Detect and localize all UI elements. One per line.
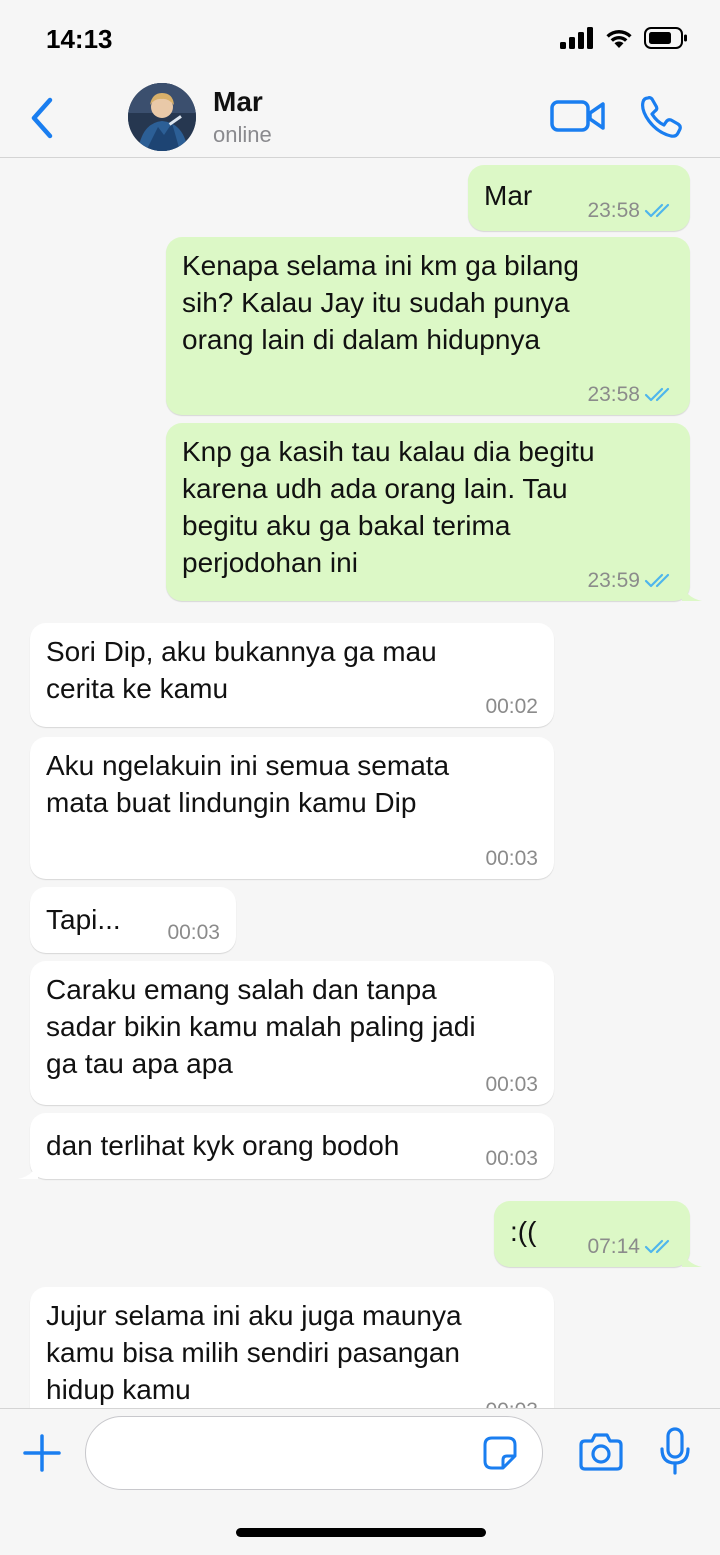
- message-time: 23:58: [587, 199, 640, 222]
- message-text: Mar: [484, 180, 533, 211]
- message-meta: 00:03: [167, 921, 220, 945]
- contact-status: online: [213, 122, 272, 147]
- message-bubble-incoming[interactable]: Caraku emang salah dan tanpa sadar bikin…: [30, 961, 554, 1105]
- wifi-icon: [606, 30, 632, 48]
- chevron-left-icon[interactable]: [26, 94, 60, 142]
- bubble-tail: [682, 581, 702, 601]
- battery-icon: [644, 27, 687, 49]
- message-text: Kenapa selama ini km ga bilang sih? Kala…: [182, 250, 579, 355]
- message-meta: 00:02: [485, 695, 538, 719]
- message-text: :((: [510, 1216, 537, 1247]
- microphone-icon[interactable]: [660, 1427, 690, 1477]
- double-check-icon: [644, 573, 670, 588]
- avatar[interactable]: [128, 83, 196, 151]
- message-text: dan terlihat kyk orang bodoh: [46, 1130, 400, 1161]
- message-input[interactable]: [85, 1416, 543, 1490]
- message-text: Aku ngelakuin ini semua semata mata buat…: [46, 750, 450, 818]
- message-meta: 23:58: [587, 383, 676, 407]
- message-bubble-outgoing[interactable]: Mar 23:58: [468, 165, 690, 231]
- message-time: 00:03: [485, 1147, 538, 1170]
- message-text: Sori Dip, aku bukannya ga mau cerita ke …: [46, 636, 437, 704]
- message-time: 00:02: [485, 695, 538, 718]
- camera-icon[interactable]: [579, 1431, 623, 1473]
- message-time: 00:03: [485, 847, 538, 870]
- message-time: 07:14: [587, 1235, 640, 1258]
- message-text: Knp ga kasih tau kalau dia begitu karena…: [182, 436, 595, 578]
- home-indicator[interactable]: [236, 1528, 486, 1537]
- message-bubble-incoming[interactable]: Jujur selama ini aku juga maunya kamu bi…: [30, 1287, 554, 1408]
- message-meta: 00:03: [485, 1147, 538, 1171]
- double-check-icon: [644, 203, 670, 218]
- message-text: Tapi...: [46, 904, 121, 935]
- message-meta: 00:03: [485, 847, 538, 871]
- message-meta: 07:14: [587, 1235, 676, 1259]
- bubble-tail: [682, 1247, 702, 1267]
- contact-name[interactable]: Mar: [213, 86, 263, 118]
- double-check-icon: [644, 1239, 670, 1254]
- status-bar: 14:13: [0, 0, 720, 80]
- message-meta: 00:03: [485, 1073, 538, 1097]
- sticker-icon[interactable]: [482, 1435, 518, 1471]
- message-time: 00:03: [167, 921, 220, 944]
- message-bubble-incoming[interactable]: Aku ngelakuin ini semua semata mata buat…: [30, 737, 554, 879]
- status-time: 14:13: [46, 24, 113, 54]
- message-bubble-incoming[interactable]: Tapi... 00:03: [30, 887, 236, 953]
- chat-header: Mar online: [0, 80, 720, 158]
- message-time: 23:58: [587, 383, 640, 406]
- message-bubble-incoming[interactable]: dan terlihat kyk orang bodoh 00:03: [18, 1113, 554, 1179]
- message-meta: 00:03: [485, 1399, 538, 1408]
- message-bubble-outgoing[interactable]: :(( 07:14: [494, 1201, 702, 1267]
- avatar-image: [128, 83, 196, 151]
- chat-area[interactable]: Mar 23:58 Kenapa selama ini km ga bilang…: [0, 159, 720, 1408]
- status-icons: [560, 26, 688, 50]
- plus-icon[interactable]: [22, 1433, 62, 1473]
- phone-icon[interactable]: [638, 94, 684, 140]
- video-camera-icon[interactable]: [550, 96, 606, 136]
- double-check-icon: [644, 387, 670, 402]
- message-bubble-outgoing[interactable]: Knp ga kasih tau kalau dia begitu karena…: [166, 423, 702, 601]
- message-bubble-outgoing[interactable]: Kenapa selama ini km ga bilang sih? Kala…: [166, 237, 690, 415]
- message-text: Caraku emang salah dan tanpa sadar bikin…: [46, 974, 476, 1079]
- bubble-tail: [18, 1159, 38, 1179]
- message-meta: 23:58: [587, 199, 676, 223]
- message-time: 23:59: [587, 569, 640, 592]
- message-bubble-incoming[interactable]: Sori Dip, aku bukannya ga mau cerita ke …: [30, 623, 554, 727]
- message-text: Jujur selama ini aku juga maunya kamu bi…: [46, 1300, 462, 1405]
- message-time: 00:03: [485, 1399, 538, 1408]
- message-time: 00:03: [485, 1073, 538, 1096]
- message-meta: 23:59: [587, 569, 676, 593]
- signal-icon: [560, 27, 593, 49]
